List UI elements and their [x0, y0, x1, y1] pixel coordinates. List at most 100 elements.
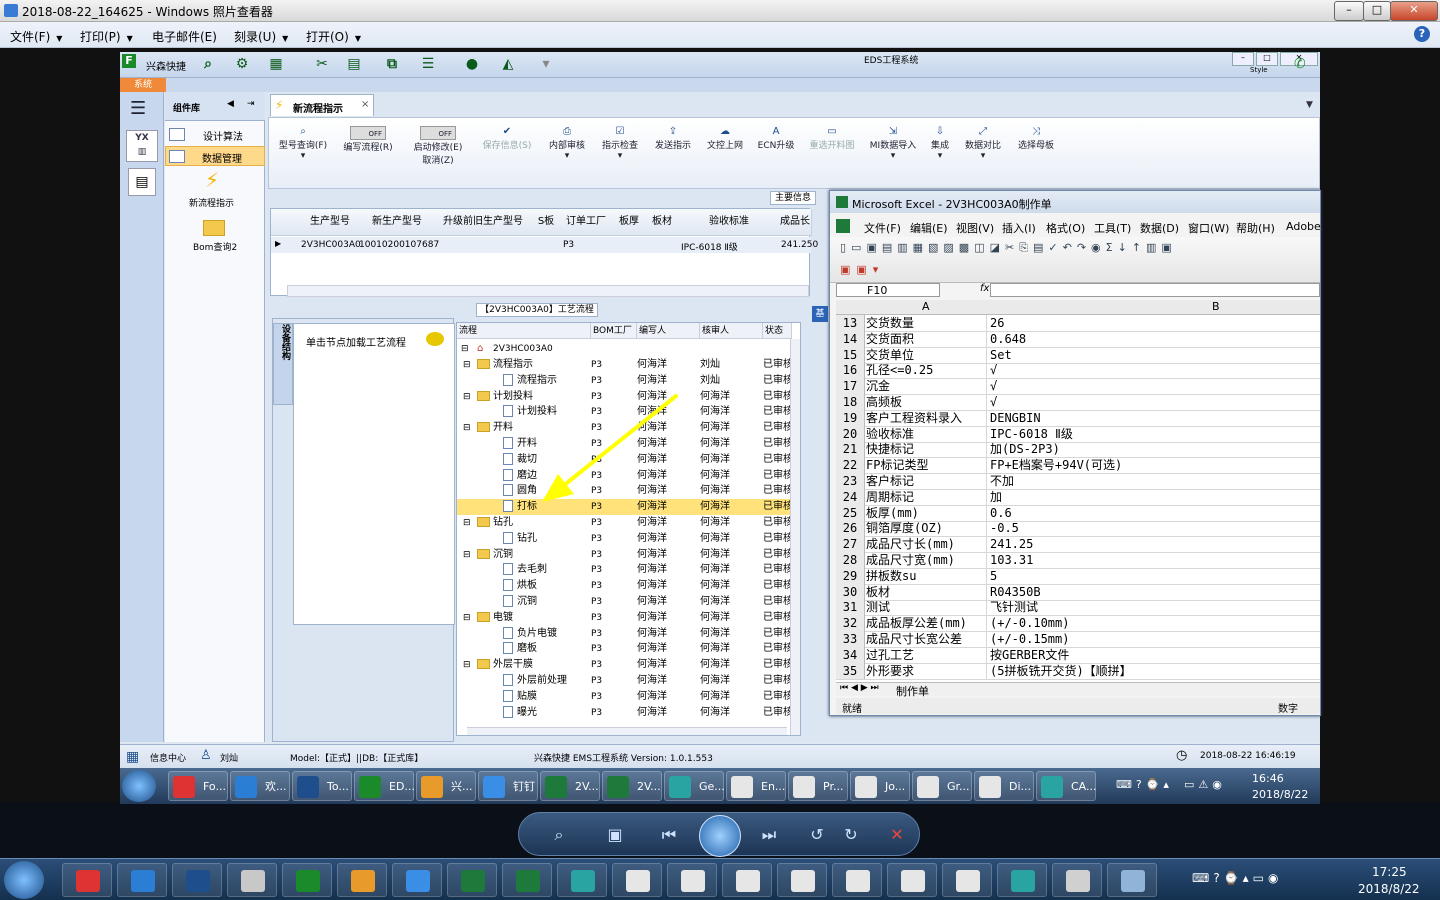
excel-row[interactable]: 32 成品板厚公差(mm) (+/-0.10mm) [836, 615, 1320, 633]
row-number[interactable]: 22 [836, 457, 865, 474]
excel-row[interactable]: 35 外形要求 (5拼板铣开交货)【顺拼】 [836, 662, 1320, 680]
taskbar-button[interactable]: Di... [974, 771, 1034, 801]
excel-row[interactable]: 33 成品尺寸长宽公差 (+/-0.15mm) [836, 631, 1320, 648]
row-number[interactable]: 23 [836, 473, 865, 489]
user-icon[interactable]: ● [462, 55, 482, 73]
main-info-tab[interactable]: 主要信息 [770, 191, 816, 205]
component-item-design[interactable]: 设计算法 [165, 124, 265, 144]
cell-b[interactable]: FP+E档案号+94V(可选) [990, 457, 1122, 473]
calculator-icon[interactable]: ▤ [128, 168, 156, 196]
start-edit-toggle[interactable]: OFF [420, 126, 456, 140]
row-number[interactable]: 27 [836, 536, 865, 553]
tree-folder-row[interactable]: ⊟ 电镀 P3 何海洋 何海洋 已审核 [457, 610, 800, 626]
tree-leaf-row[interactable]: 流程指示 P3 何海洋 刘灿 已审核 [457, 373, 800, 389]
col-header[interactable]: S板 [533, 209, 560, 236]
row-number[interactable]: 15 [836, 346, 865, 363]
taskbar-button[interactable] [282, 863, 332, 897]
actual-size-icon[interactable]: ▣ [603, 823, 627, 847]
component-item-data[interactable]: 数据管理 [165, 146, 265, 166]
taskbar-button[interactable] [777, 863, 827, 897]
menu-email[interactable]: 电子邮件(E) [152, 28, 217, 45]
excel-row[interactable]: 14 交货面积 0.648 [836, 330, 1320, 348]
shortcut-bom-query[interactable]: Bom查询2 [165, 216, 265, 256]
inner-clock-date[interactable]: 2018/8/22 [1252, 788, 1308, 801]
table-row[interactable]: ▶ 2V3HC003A0 10010200107687 P3 IPC-6018 … [271, 237, 818, 253]
taskbar-button[interactable]: 钉钉 [478, 771, 538, 801]
collapse-icon[interactable]: ⊟ [461, 341, 469, 357]
cell-a[interactable]: 孔径<=0.25 [866, 362, 987, 379]
system-tab[interactable]: 系统 [120, 78, 166, 92]
taskbar-button[interactable] [392, 863, 442, 897]
film-icon[interactable]: ▤ [344, 55, 364, 73]
equipment-structure-tab[interactable]: 设备结构 [273, 323, 293, 405]
scissors-icon[interactable]: ✂ [312, 55, 332, 73]
taskbar-button[interactable]: Ge... [664, 771, 725, 801]
taskbar-button[interactable] [447, 863, 497, 897]
cell-a[interactable]: FP标记类型 [866, 457, 987, 474]
taskbar-button[interactable] [117, 863, 167, 897]
delete-icon[interactable]: ✕ [885, 823, 909, 847]
row-number[interactable]: 20 [836, 425, 865, 442]
next-icon[interactable]: ⏭ [757, 823, 781, 847]
taskbar-button[interactable] [557, 863, 607, 897]
shortcut-new-flow[interactable]: ⚡ 新流程指示 [165, 166, 265, 212]
col-header[interactable]: 验收标准 [679, 209, 780, 236]
tab-new-flow[interactable]: ⚡ 新流程指示 × [270, 94, 374, 116]
tree-folder-row[interactable]: ⊟ 沉铜 P3 何海洋 何海洋 已审核 [457, 547, 800, 563]
ribbon-internal-review[interactable]: ⎙ 内部审核 ▾ [543, 126, 591, 161]
row-number[interactable]: 34 [836, 646, 865, 663]
row-number[interactable]: 32 [836, 615, 865, 632]
tree-leaf-row[interactable]: 磨板 P3 何海洋 何海洋 已审核 [457, 641, 800, 657]
excel-row[interactable]: 15 交货单位 Set [836, 346, 1320, 364]
ribbon-data-compare[interactable]: ⤢ 数据对比 ▾ [959, 126, 1007, 161]
cell-a[interactable]: 过孔工艺 [866, 646, 987, 663]
cell-b[interactable]: R04350B [990, 584, 1041, 600]
ribbon-integrate[interactable]: ⇩ 集成 ▾ [925, 126, 955, 161]
ribbon-mi-import[interactable]: ⇲ MI数据导入 ▾ [865, 126, 921, 161]
tree-folder-row[interactable]: ⊟ 钻孔 P3 何海洋 何海洋 已审核 [457, 515, 800, 531]
excel-row[interactable]: 22 FP标记类型 FP+E档案号+94V(可选) [836, 457, 1320, 475]
row-number[interactable]: 33 [836, 631, 865, 647]
tree-leaf-row[interactable]: 外层前处理 P3 何海洋 何海洋 已审核 [457, 673, 800, 689]
cell-a[interactable]: 高频板 [866, 394, 987, 410]
taskbar-button[interactable]: 2V... [540, 771, 600, 801]
ribbon-reselect-cut[interactable]: ▭ 重选开料图 [803, 126, 861, 151]
horizontal-scrollbar[interactable] [287, 285, 809, 297]
cell-b[interactable]: (+/-0.10mm) [990, 615, 1069, 631]
row-number[interactable]: 30 [836, 583, 865, 600]
excel-row[interactable]: 26 铜箔厚度(OZ) -0.5 [836, 520, 1320, 538]
col-header[interactable]: 订单工厂 [559, 209, 614, 236]
excel-menu-view[interactable]: 视图(V) [956, 220, 994, 236]
cell-a[interactable]: 铜箔厚度(OZ) [866, 520, 987, 537]
pdf-toolbar-icons[interactable]: ▣▣▾ [840, 263, 884, 276]
col-header[interactable]: 升级前旧生产型号 [433, 209, 534, 236]
row-number[interactable]: 29 [836, 567, 865, 584]
maximize-button[interactable]: □ [1363, 1, 1391, 21]
excel-row[interactable]: 19 客户工程资料录入 DENGBIN [836, 409, 1320, 427]
taskbar-button[interactable]: 2V... [602, 771, 662, 801]
taskbar-button[interactable]: En... [726, 771, 786, 801]
row-number[interactable]: 14 [836, 330, 865, 347]
excel-menu-edit[interactable]: 编辑(E) [910, 220, 948, 236]
dropdown-icon[interactable]: ▾ [536, 55, 556, 73]
cell-b[interactable]: (+/-0.15mm) [990, 631, 1069, 647]
col-header[interactable]: 新生产型号 [361, 209, 434, 236]
cell-b[interactable]: 0.648 [990, 331, 1026, 347]
cell-b[interactable]: IPC-6018 Ⅱ级 [990, 426, 1073, 442]
excel-row[interactable]: 29 拼板数su 5 [836, 567, 1320, 585]
excel-row[interactable]: 24 周期标记加 [836, 488, 1320, 506]
start-button-icon[interactable] [4, 861, 44, 899]
info-center-link[interactable]: 信息中心 [150, 751, 186, 764]
tree-horizontal-scrollbar[interactable] [467, 727, 787, 735]
chart-icon[interactable]: ◭ [498, 55, 518, 73]
cell-b[interactable]: 241.25 [990, 536, 1033, 552]
excel-row[interactable]: 20 验收标准 IPC-6018 Ⅱ级 [836, 425, 1320, 443]
rotate-left-icon[interactable]: ↺ [805, 823, 829, 847]
search-icon[interactable]: ⌕ [198, 55, 218, 73]
col-header[interactable]: 板材 [645, 209, 680, 236]
help-icon[interactable]: ? [1414, 26, 1430, 42]
excel-name-box[interactable]: F10 [836, 283, 940, 297]
cell-a[interactable]: 沉金 [866, 378, 987, 395]
taskbar-button[interactable] [832, 863, 882, 897]
cell-b[interactable]: 加(DS-2P3) [990, 441, 1060, 457]
